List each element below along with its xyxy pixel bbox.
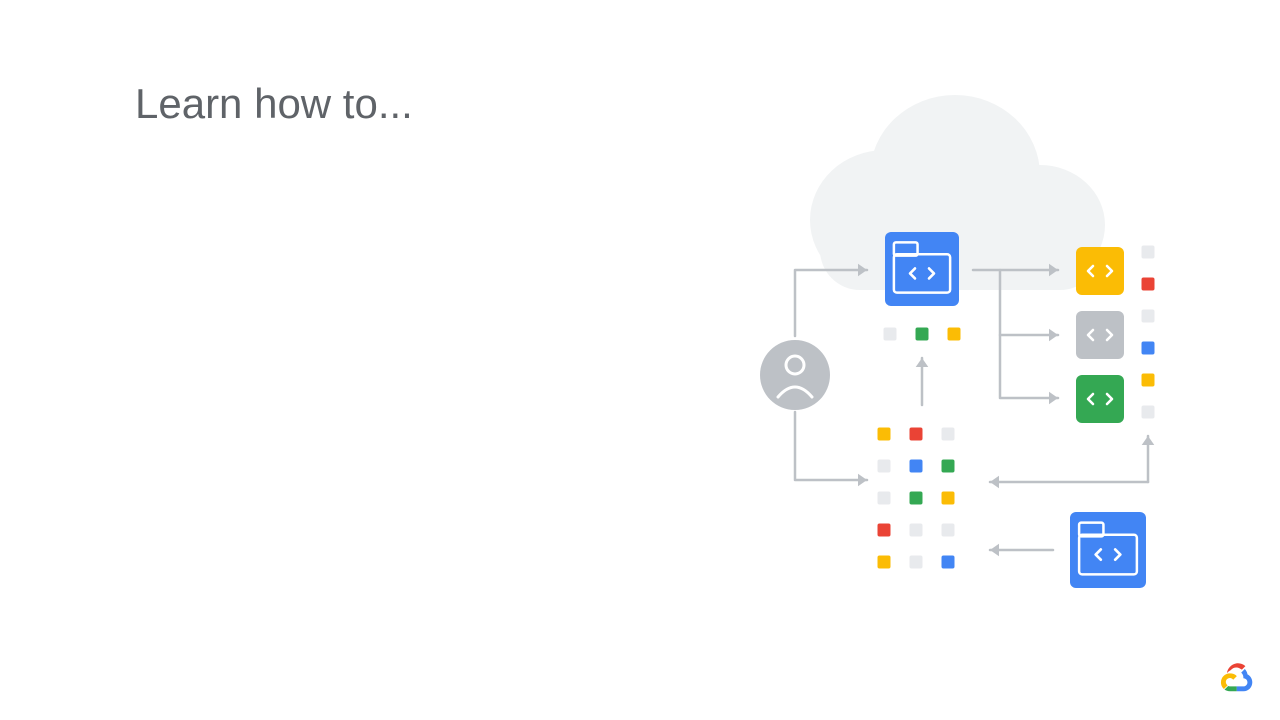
- user-icon: [760, 340, 830, 410]
- service-yellow: [1076, 247, 1124, 295]
- service-blue-secondary: [1070, 512, 1146, 588]
- service-grey: [1076, 311, 1124, 359]
- service-primary: [885, 232, 959, 306]
- google-cloud-logo-icon: [1219, 659, 1255, 695]
- architecture-diagram: [0, 0, 1280, 720]
- service-green: [1076, 375, 1124, 423]
